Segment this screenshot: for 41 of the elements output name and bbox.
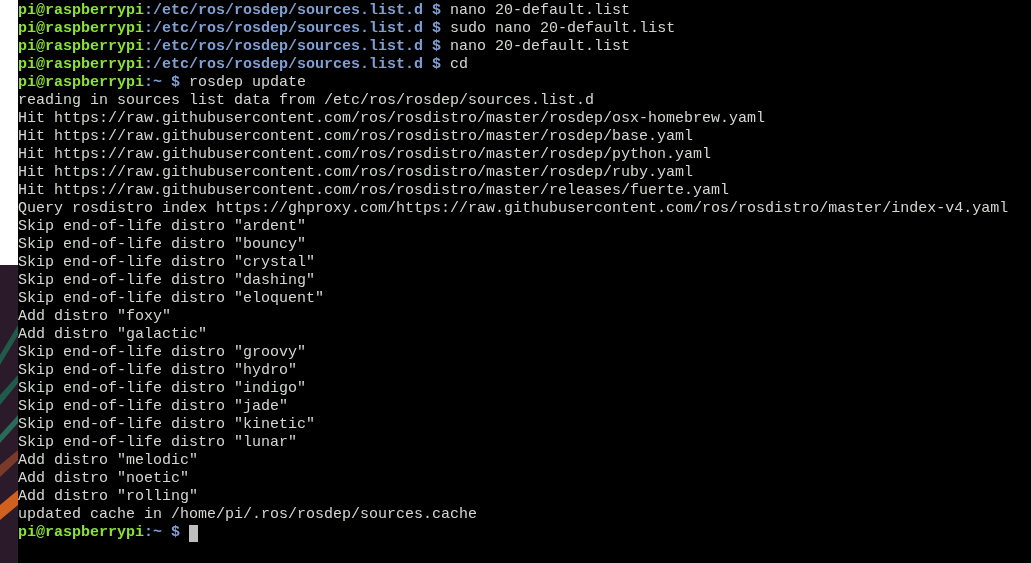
command-text: cd bbox=[449, 56, 469, 74]
prompt-path: :/etc/ros/rosdep/sources.list.d $ bbox=[144, 56, 442, 74]
output-line: Add distro "melodic" bbox=[18, 452, 199, 470]
prompt-path: :~ $ bbox=[144, 74, 181, 92]
prompt-path: :/etc/ros/rosdep/sources.list.d $ bbox=[144, 38, 442, 56]
output-line: Skip end-of-life distro "jade" bbox=[18, 398, 289, 416]
prompt-path: :~ $ bbox=[144, 524, 181, 542]
output-line: Add distro "rolling" bbox=[18, 488, 199, 506]
output-line: Skip end-of-life distro "dashing" bbox=[18, 272, 316, 290]
output-line: Hit https://raw.githubusercontent.com/ros/rosdistro/master/rosdep/ruby.yaml bbox=[18, 164, 694, 182]
prompt-host: pi@raspberrypi bbox=[18, 20, 145, 38]
output-line: Hit https://raw.githubusercontent.com/ros/rosdistro/master/rosdep/python.yaml bbox=[18, 146, 712, 164]
output-line: Skip end-of-life distro "kinetic" bbox=[18, 416, 316, 434]
output-line: Query rosdistro index https://ghproxy.com/https://raw.githubusercontent.com/ros/rosdistro/master/index-v4.yaml bbox=[18, 200, 1009, 218]
prompt-path: :/etc/ros/rosdep/sources.list.d $ bbox=[144, 2, 442, 20]
prompt-path: :/etc/ros/rosdep/sources.list.d $ bbox=[144, 20, 442, 38]
command-text: nano 20-default.list bbox=[449, 38, 631, 56]
output-line: Skip end-of-life distro "hydro" bbox=[18, 362, 298, 380]
output-line: reading in sources list data from /etc/ros/rosdep/sources.list.d bbox=[18, 92, 595, 110]
prompt-host: pi@raspberrypi bbox=[18, 2, 145, 20]
output-line: Hit https://raw.githubusercontent.com/ros/rosdistro/master/rosdep/osx-homebrew.yaml bbox=[18, 110, 766, 128]
output-line: Hit https://raw.githubusercontent.com/ros/rosdistro/master/releases/fuerte.yaml bbox=[18, 182, 730, 200]
output-line: Skip end-of-life distro "groovy" bbox=[18, 344, 307, 362]
command-text: nano 20-default.list bbox=[449, 2, 631, 20]
output-line: Skip end-of-life distro "indigo" bbox=[18, 380, 307, 398]
output-line: Skip end-of-life distro "lunar" bbox=[18, 434, 298, 452]
output-line: Skip end-of-life distro "crystal" bbox=[18, 254, 316, 272]
output-line: Skip end-of-life distro "bouncy" bbox=[18, 236, 307, 254]
command-text: sudo nano 20-default.list bbox=[449, 20, 676, 38]
prompt-host: pi@raspberrypi bbox=[18, 38, 145, 56]
prompt-host: pi@raspberrypi bbox=[18, 56, 145, 74]
output-line: updated cache in /home/pi/.ros/rosdep/sources.cache bbox=[18, 506, 478, 524]
output-line: Skip end-of-life distro "ardent" bbox=[18, 218, 307, 236]
prompt-host: pi@raspberrypi bbox=[18, 74, 145, 92]
output-line: Hit https://raw.githubusercontent.com/ros/rosdistro/master/rosdep/base.yaml bbox=[18, 128, 694, 146]
prompt-host: pi@raspberrypi bbox=[18, 524, 145, 542]
output-line: Skip end-of-life distro "eloquent" bbox=[18, 290, 325, 308]
command-text: rosdep update bbox=[188, 74, 307, 92]
output-line: Add distro "foxy" bbox=[18, 308, 172, 326]
output-line: Add distro "galactic" bbox=[18, 326, 208, 344]
output-line: Add distro "noetic" bbox=[18, 470, 190, 488]
